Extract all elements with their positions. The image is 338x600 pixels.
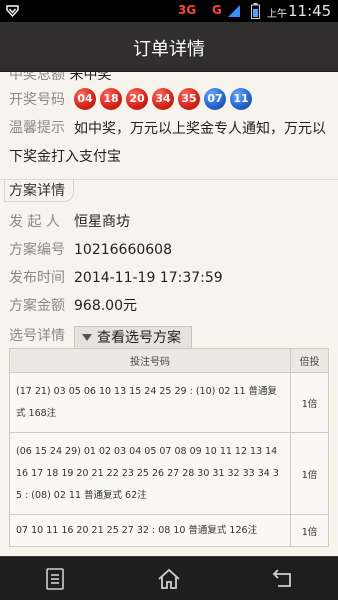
notification-icon <box>6 5 19 17</box>
red-ball: 35 <box>178 88 200 110</box>
red-ball: 34 <box>152 88 174 110</box>
plan-number-value: 10216660608 <box>74 242 172 258</box>
status-bar: 3G G 上午 11:45 <box>0 0 338 22</box>
bet-code-cell: (06 15 24 29) 01 02 03 04 05 07 08 09 10… <box>9 432 291 515</box>
draw-numbers-label: 开奖号码 <box>9 92 65 108</box>
title-bar: 订单详情 <box>0 22 338 72</box>
clock-label: 11:45 <box>288 2 332 20</box>
view-selection-button[interactable]: 查看选号方案 <box>74 326 192 348</box>
battery-icon <box>251 3 260 19</box>
plan-amount-label: 方案金额 <box>9 298 65 314</box>
bet-table: 投注号码 倍投 (17 21) 03 05 06 10 13 15 24 25 … <box>9 348 329 547</box>
back-icon[interactable] <box>270 566 296 592</box>
table-row: (17 21) 03 05 06 10 13 15 24 25 29 : (10… <box>9 372 329 433</box>
network-type-label: 3G <box>178 3 197 17</box>
plan-field-row: 方案编号 10216660608 <box>9 240 172 260</box>
selection-detail-row: 选号详情 <box>9 326 65 346</box>
triangle-down-icon <box>82 334 92 341</box>
plan-number-label: 方案编号 <box>9 242 65 258</box>
plan-section-header: 方案详情 <box>0 179 338 202</box>
selection-detail-label: 选号详情 <box>9 328 65 344</box>
win-amount-label: 中奖总额 <box>9 72 65 83</box>
initiator-value: 恒星商坊 <box>74 214 130 230</box>
multiple-column-header: 倍投 <box>290 348 329 373</box>
page-title: 订单详情 <box>133 39 205 60</box>
view-selection-label: 查看选号方案 <box>97 330 181 346</box>
red-ball: 20 <box>126 88 148 110</box>
signal-icon <box>228 5 240 17</box>
bet-multiple-cell: 1倍 <box>290 432 329 515</box>
bet-code-cell: 07 10 11 16 20 21 25 27 32 : 08 10 普通复式 … <box>9 514 291 547</box>
plan-section-title: 方案详情 <box>4 180 74 202</box>
tip-text-line1: 如中奖，万元以上奖金专人通知，万元以 <box>74 121 326 137</box>
table-row: (06 15 24 29) 01 02 03 04 05 07 08 09 10… <box>9 432 329 515</box>
draw-numbers-row: 开奖号码 <box>9 90 65 110</box>
bet-multiple-cell: 1倍 <box>290 514 329 547</box>
win-amount-row: 中奖总额 未中奖 <box>9 72 111 84</box>
table-row: 07 10 11 16 20 21 25 27 32 : 08 10 普通复式 … <box>9 514 329 547</box>
table-header-row: 投注号码 倍投 <box>9 348 329 373</box>
code-column-header: 投注号码 <box>9 348 291 373</box>
bet-multiple-cell: 1倍 <box>290 372 329 433</box>
plan-field-row: 方案金额 968.00元 <box>9 296 137 316</box>
publish-time-label: 发布时间 <box>9 270 65 286</box>
publish-time-value: 2014-11-19 17:37:59 <box>74 270 223 286</box>
tip-label: 温馨提示 <box>9 120 65 136</box>
blue-ball: 07 <box>204 88 226 110</box>
tip-text-line2: 下奖金打入支付宝 <box>9 149 121 165</box>
plan-amount-value: 968.00元 <box>74 298 137 314</box>
red-ball: 04 <box>74 88 96 110</box>
menu-icon[interactable] <box>42 566 68 592</box>
tip-label-row: 温馨提示 <box>9 118 65 138</box>
network-type-label-2: G <box>212 3 222 17</box>
plan-field-row: 发布时间 2014-11-19 17:37:59 <box>9 268 223 288</box>
win-amount-value: 未中奖 <box>69 72 112 83</box>
system-nav-bar <box>0 556 338 600</box>
bet-code-cell: (17 21) 03 05 06 10 13 15 24 25 29 : (10… <box>9 372 291 433</box>
order-detail-content[interactable]: 中奖总额 未中奖 开奖号码 04 18 20 34 35 07 11 温馨提示 … <box>0 72 338 556</box>
home-icon[interactable] <box>156 566 182 592</box>
initiator-label: 发 起 人 <box>9 214 60 230</box>
blue-ball: 11 <box>230 88 252 110</box>
time-period-label: 上午 <box>267 9 287 20</box>
red-ball: 18 <box>100 88 122 110</box>
plan-field-row: 发 起 人 恒星商坊 <box>9 212 130 232</box>
